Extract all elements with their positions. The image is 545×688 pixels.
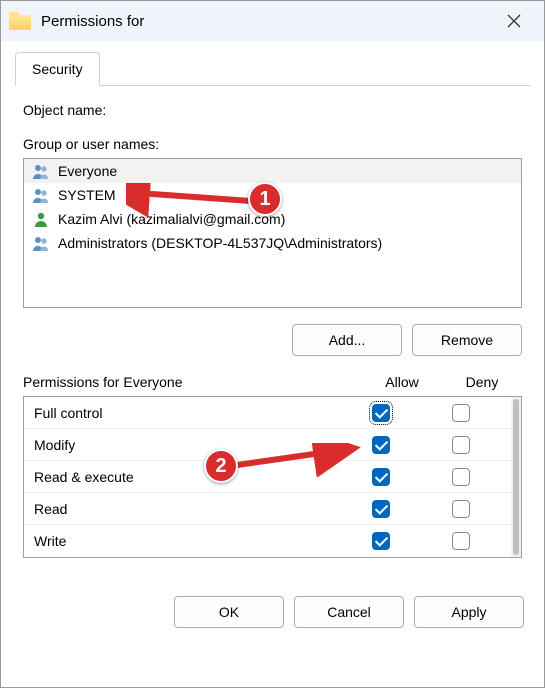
deny-checkbox[interactable] xyxy=(452,532,470,550)
user-icon xyxy=(32,210,50,228)
allow-header: Allow xyxy=(362,374,442,390)
close-button[interactable] xyxy=(492,1,536,41)
deny-checkbox[interactable] xyxy=(452,404,470,422)
annotation-arrow-2 xyxy=(231,443,361,477)
allow-checkbox[interactable] xyxy=(372,500,390,518)
annotation-badge-2: 2 xyxy=(204,449,238,483)
scrollbar-thumb[interactable] xyxy=(513,399,519,555)
annotation-arrow-1 xyxy=(126,183,256,217)
ok-button[interactable]: OK xyxy=(174,596,284,628)
object-name-label: Object name: xyxy=(23,102,522,118)
principal-item[interactable]: Administrators (DESKTOP-4L537JQ\Administ… xyxy=(24,231,521,255)
group-icon xyxy=(32,186,50,204)
permissions-scrollbar[interactable] xyxy=(511,397,521,557)
close-icon xyxy=(507,14,521,28)
permission-row: Full control xyxy=(24,397,511,429)
allow-checkbox[interactable] xyxy=(372,436,390,454)
permission-name: Full control xyxy=(34,405,341,421)
add-button[interactable]: Add... xyxy=(292,324,402,356)
permission-row: Write xyxy=(24,525,511,557)
deny-checkbox[interactable] xyxy=(452,436,470,454)
group-icon xyxy=(32,234,50,252)
dialog-footer: OK Cancel Apply xyxy=(1,580,544,644)
group-icon xyxy=(32,162,50,180)
remove-button[interactable]: Remove xyxy=(412,324,522,356)
allow-checkbox[interactable] xyxy=(372,404,390,422)
principal-name: SYSTEM xyxy=(58,187,116,203)
deny-checkbox[interactable] xyxy=(452,468,470,486)
apply-button[interactable]: Apply xyxy=(414,596,524,628)
tab-strip: Security xyxy=(15,51,530,86)
principals-listbox[interactable]: EveryoneSYSTEMKazim Alvi (kazimalialvi@g… xyxy=(23,158,522,308)
principal-name: Administrators (DESKTOP-4L537JQ\Administ… xyxy=(58,235,382,251)
permission-name: Read xyxy=(34,501,341,517)
allow-checkbox[interactable] xyxy=(372,468,390,486)
principal-name: Everyone xyxy=(58,163,117,179)
allow-checkbox[interactable] xyxy=(372,532,390,550)
group-or-user-names-label: Group or user names: xyxy=(23,136,522,152)
annotation-badge-1: 1 xyxy=(248,182,282,216)
tab-security[interactable]: Security xyxy=(15,52,100,86)
permissions-for-label: Permissions for Everyone xyxy=(23,374,362,390)
deny-header: Deny xyxy=(442,374,522,390)
title-bar: Permissions for xyxy=(1,1,544,41)
permission-row: Read xyxy=(24,493,511,525)
permissions-table: Full controlModifyRead & executeReadWrit… xyxy=(23,396,522,558)
principal-item[interactable]: Everyone xyxy=(24,159,521,183)
window-title: Permissions for xyxy=(41,13,492,30)
folder-icon xyxy=(9,12,31,30)
deny-checkbox[interactable] xyxy=(452,500,470,518)
permission-name: Write xyxy=(34,533,341,549)
cancel-button[interactable]: Cancel xyxy=(294,596,404,628)
